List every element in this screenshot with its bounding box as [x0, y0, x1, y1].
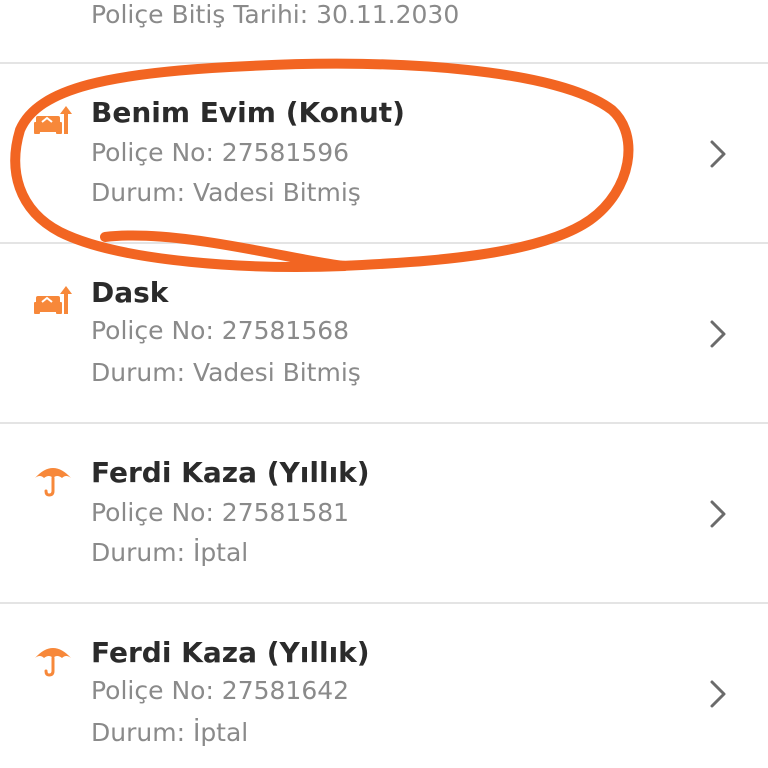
policy-status: Durum: İptal — [91, 718, 249, 747]
policy-title: Benim Evim (Konut) — [91, 96, 405, 129]
home-insurance-icon — [34, 106, 72, 134]
policy-list-item[interactable]: Ferdi Kaza (Yıllık) Poliçe No: 27581581 … — [0, 424, 768, 604]
policy-list-item[interactable]: Benim Evim (Konut) Poliçe No: 27581596 D… — [0, 64, 768, 244]
policy-number: Poliçe No: 27581642 — [91, 676, 350, 705]
policy-status: Durum: Vadesi Bitmiş — [91, 178, 361, 207]
home-insurance-icon — [34, 286, 72, 314]
policy-number: Poliçe No: 27581596 — [91, 138, 350, 167]
policy-title: Ferdi Kaza (Yıllık) — [91, 636, 370, 669]
policy-number: Poliçe No: 27581568 — [91, 316, 350, 345]
policy-list-item[interactable]: Ferdi Kaza (Yıllık) Poliçe No: 27581642 … — [0, 604, 768, 768]
policy-list-screen: Poliçe Bitiş Tarihi: 30.11.2030 Benim Ev… — [0, 0, 768, 768]
chevron-right-icon — [710, 140, 726, 168]
chevron-right-icon — [710, 320, 726, 348]
policy-number: Poliçe No: 27581581 — [91, 498, 350, 527]
chevron-right-icon — [710, 680, 726, 708]
policy-status: Durum: İptal — [91, 538, 249, 567]
chevron-right-icon — [710, 500, 726, 528]
policy-title: Dask — [91, 276, 169, 309]
policy-list-item-partial[interactable]: Poliçe Bitiş Tarihi: 30.11.2030 — [0, 0, 768, 64]
policy-status: Durum: Vadesi Bitmiş — [91, 358, 361, 387]
policy-end-date: Poliçe Bitiş Tarihi: 30.11.2030 — [91, 0, 460, 29]
umbrella-icon — [35, 648, 71, 677]
umbrella-icon — [35, 468, 71, 497]
policy-title: Ferdi Kaza (Yıllık) — [91, 456, 370, 489]
policy-list-item[interactable]: Dask Poliçe No: 27581568 Durum: Vadesi B… — [0, 244, 768, 424]
